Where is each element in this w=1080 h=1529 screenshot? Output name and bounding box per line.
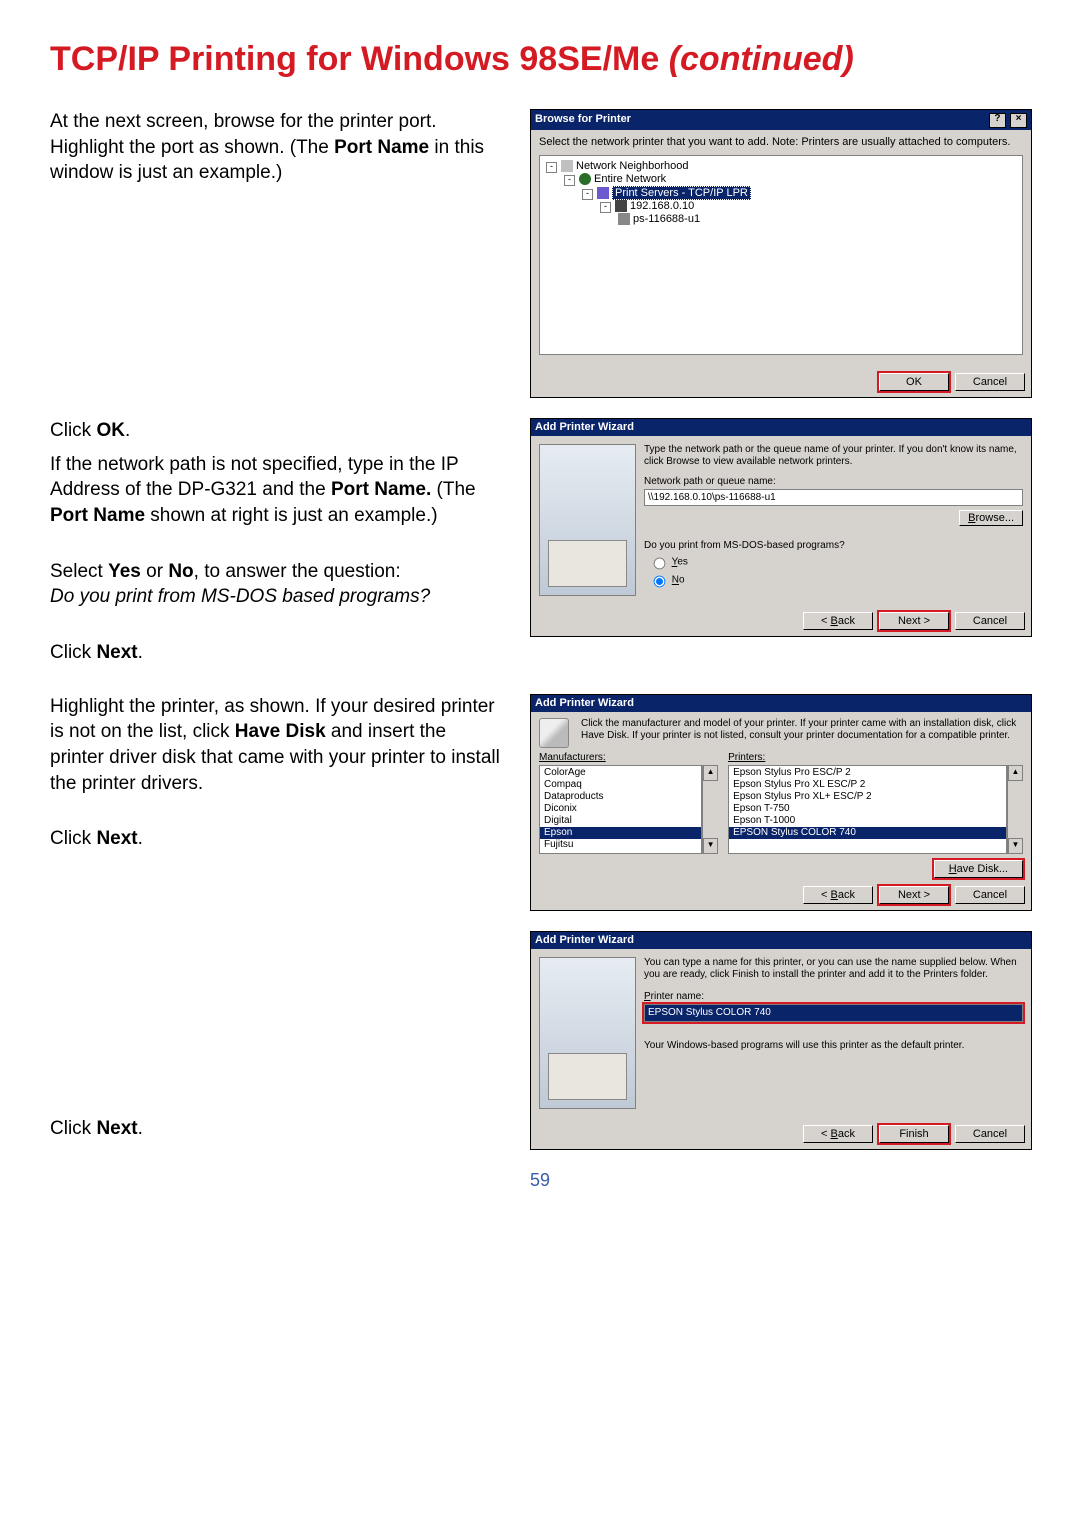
list-item[interactable]: Dataproducts (540, 791, 701, 803)
browse-button[interactable]: Browse... (959, 510, 1023, 526)
collapse-icon[interactable]: - (546, 162, 557, 173)
cancel-button[interactable]: Cancel (955, 886, 1025, 904)
printer-name-label: Printer name: (644, 991, 1023, 1003)
tree-selected[interactable]: Print Servers - TCP/IP LPR (612, 186, 751, 200)
manufacturers-list[interactable]: ColorAgeCompaqDataproductsDiconixDigital… (539, 765, 702, 854)
instruction-block-4: Click Next. (50, 931, 500, 1150)
dialog-instructions: Select the network printer that you want… (539, 136, 1023, 149)
default-printer-note: Your Windows-based programs will use thi… (644, 1040, 1023, 1052)
dialog-title: Browse for Printer (535, 113, 631, 126)
network-icon (561, 160, 573, 172)
manufacturers-label: Manufacturers: (539, 752, 718, 764)
printer-icon (618, 213, 630, 225)
instruction-block-3: Highlight the printer, as shown. If your… (50, 694, 500, 911)
titlebar[interactable]: Add Printer Wizard (531, 695, 1031, 712)
instruction-block-2: Click OK. If the network path is not spe… (50, 418, 500, 673)
heading-main: TCP/IP Printing for Windows 98SE/Me (50, 40, 659, 78)
collapse-icon[interactable]: - (600, 202, 611, 213)
add-printer-wizard-model: Add Printer Wizard Click the manufacture… (530, 694, 1032, 911)
globe-icon (579, 173, 591, 185)
scroll-up-icon[interactable]: ▲ (703, 765, 718, 781)
printer-name-input[interactable]: EPSON Stylus COLOR 740 (644, 1004, 1023, 1022)
network-path-input[interactable] (644, 489, 1023, 506)
cancel-button[interactable]: Cancel (955, 612, 1025, 630)
collapse-icon[interactable]: - (564, 175, 575, 186)
scroll-down-icon[interactable]: ▼ (703, 838, 718, 854)
dialog-title: Add Printer Wizard (535, 421, 634, 434)
list-item[interactable]: EPSON Stylus COLOR 740 (729, 827, 1006, 839)
printer-tree[interactable]: -Network Neighborhood -Entire Network -P… (539, 155, 1023, 355)
titlebar[interactable]: Add Printer Wizard (531, 419, 1031, 436)
wizard-illustration (539, 957, 636, 1109)
wizard-instructions: Click the manufacturer and model of your… (581, 718, 1023, 748)
finish-button[interactable]: Finish (879, 1125, 949, 1143)
cancel-button[interactable]: Cancel (955, 1125, 1025, 1143)
list-item[interactable]: Digital (540, 815, 701, 827)
wizard-illustration (539, 444, 636, 596)
scroll-up-icon[interactable]: ▲ (1008, 765, 1023, 781)
radio-yes[interactable]: Yes (648, 554, 1023, 570)
printer-icon (539, 718, 569, 748)
add-printer-wizard-name: Add Printer Wizard You can type a name f… (530, 931, 1032, 1150)
next-button[interactable]: Next > (879, 612, 949, 630)
path-label: Network path or queue name: (644, 476, 1023, 488)
back-button[interactable]: < Back (803, 612, 873, 630)
list-item[interactable]: Epson Stylus Pro ESC/P 2 (729, 767, 1006, 779)
printers-label: Printers: (728, 752, 1023, 764)
radio-no[interactable]: No (648, 572, 1023, 588)
titlebar[interactable]: Browse for Printer ? × (531, 110, 1031, 130)
back-button[interactable]: < Back (803, 1125, 873, 1143)
list-item[interactable]: Epson T-1000 (729, 815, 1006, 827)
dialog-title: Add Printer Wizard (535, 934, 634, 947)
wizard-instructions: You can type a name for this printer, or… (644, 957, 1023, 981)
cancel-button[interactable]: Cancel (955, 373, 1025, 391)
scrollbar[interactable]: ▲▼ (1007, 765, 1023, 854)
page-number: 59 (50, 1170, 1030, 1191)
back-button[interactable]: < Back (803, 886, 873, 904)
ok-button[interactable]: OK (879, 373, 949, 391)
instruction-block-1: At the next screen, browse for the print… (50, 109, 500, 398)
list-item[interactable]: Epson T-750 (729, 803, 1006, 815)
add-printer-wizard-path: Add Printer Wizard Type the network path… (530, 418, 1032, 637)
wizard-instructions: Type the network path or the queue name … (644, 444, 1023, 468)
list-item[interactable]: Compaq (540, 779, 701, 791)
computer-icon (615, 200, 627, 212)
list-item[interactable]: Epson (540, 827, 701, 839)
scrollbar[interactable]: ▲▼ (702, 765, 718, 854)
dialog-title: Add Printer Wizard (535, 697, 634, 710)
heading-cont: (continued) (669, 40, 854, 78)
server-icon (597, 187, 609, 199)
list-item[interactable]: ColorAge (540, 767, 701, 779)
next-button[interactable]: Next > (879, 886, 949, 904)
msdos-question: Do you print from MS-DOS-based programs? (644, 540, 1023, 552)
printers-list[interactable]: Epson Stylus Pro ESC/P 2Epson Stylus Pro… (728, 765, 1007, 854)
list-item[interactable]: Diconix (540, 803, 701, 815)
list-item[interactable]: Fujitsu (540, 839, 701, 851)
list-item[interactable]: Epson Stylus Pro XL+ ESC/P 2 (729, 791, 1006, 803)
collapse-icon[interactable]: - (582, 189, 593, 200)
browse-for-printer-dialog: Browse for Printer ? × Select the networ… (530, 109, 1032, 398)
close-icon[interactable]: × (1010, 113, 1027, 128)
list-item[interactable]: Epson Stylus Pro XL ESC/P 2 (729, 779, 1006, 791)
scroll-down-icon[interactable]: ▼ (1008, 838, 1023, 854)
help-icon[interactable]: ? (989, 113, 1006, 128)
have-disk-button[interactable]: Have Disk... (934, 860, 1023, 878)
titlebar[interactable]: Add Printer Wizard (531, 932, 1031, 949)
page-heading: TCP/IP Printing for Windows 98SE/Me (con… (50, 40, 1030, 79)
